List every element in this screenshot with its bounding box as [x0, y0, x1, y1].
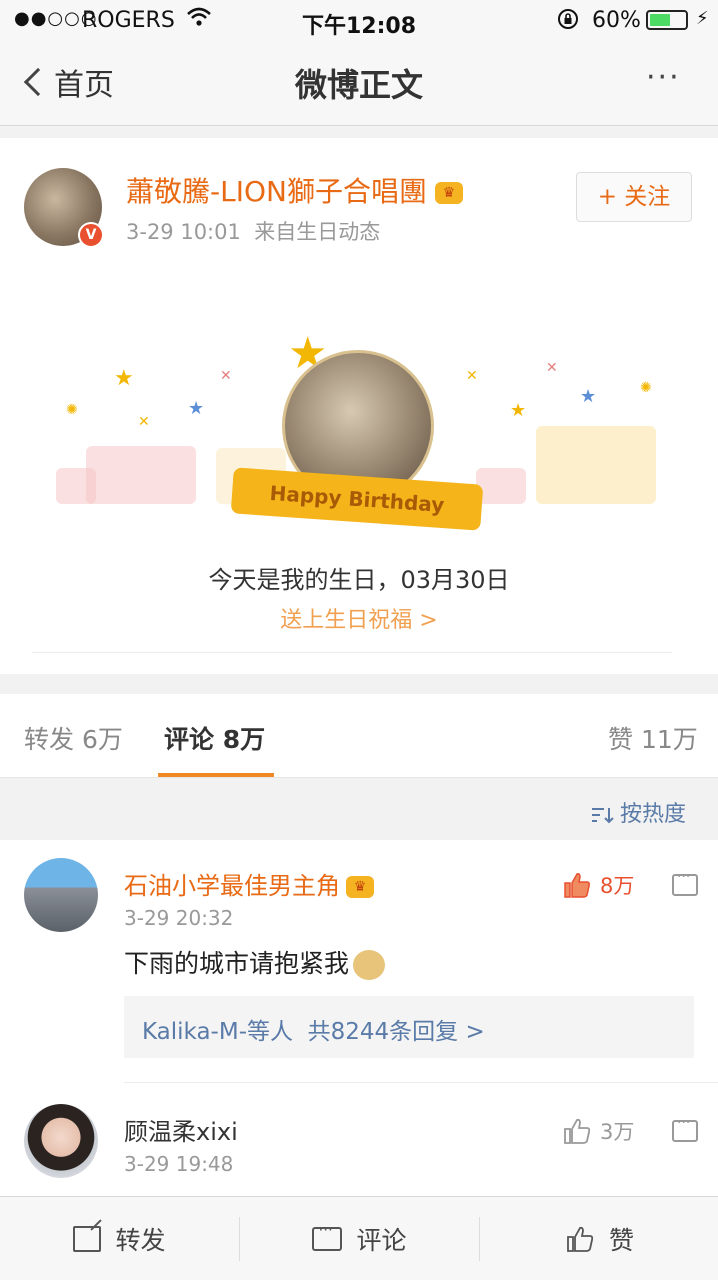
sort-label: 按热度 — [620, 802, 687, 827]
sparkle-icon: ✕ — [546, 360, 558, 376]
bottom-toolbar: 转发 评论 赞 — [0, 1196, 718, 1280]
comment-label: 评论 — [356, 1226, 407, 1255]
comment-replies-link[interactable]: Kalika-M-等人 共8244条回复 > — [124, 996, 694, 1058]
comment-icon — [312, 1221, 343, 1251]
more-options-button[interactable]: ··· — [646, 60, 681, 95]
commenter-name-text: 石油小学最佳男主角 — [124, 872, 340, 900]
birthday-text: 今天是我的生日，03月30日 — [208, 566, 510, 594]
share-icon — [73, 1226, 102, 1252]
interaction-tabs: 转发 6万 评论 8万 赞 11万 — [0, 694, 718, 778]
like-label: 赞 — [608, 1226, 634, 1255]
birthday-banner[interactable]: ★ ★ ★ ★ ★ ✕ ✕ ✕ ✕ ✺ ✺ Happy Birthday — [56, 328, 662, 538]
sparkle-icon: ✕ — [220, 368, 232, 384]
crown-badge-icon: ♛ — [346, 876, 374, 898]
repost-label: 转发 — [115, 1226, 166, 1255]
tab-reposts[interactable]: 转发 6万 — [24, 720, 123, 756]
tab-count: 11万 — [640, 725, 698, 754]
author-name[interactable]: 蕭敬騰-LION獅子合唱團 ♛ — [126, 170, 463, 210]
gift-box-decoration — [86, 446, 196, 504]
post-time: 3-29 10:01 — [126, 220, 241, 244]
sparkle-icon: ✕ — [138, 414, 150, 430]
comment-like-count: 3万 — [600, 1120, 635, 1144]
comment-text-content: 下雨的城市请抱紧我 — [124, 949, 350, 978]
comment-list: 石油小学最佳男主角 ♛ 3-29 20:32 8万 下雨的城市请抱紧我 Kalik… — [0, 840, 718, 1196]
star-icon: ★ — [188, 398, 205, 419]
commenter-name[interactable]: 顾温柔xixi — [124, 1112, 238, 1147]
tab-label: 转发 — [24, 725, 75, 754]
happy-birthday-ribbon: Happy Birthday — [230, 467, 484, 531]
thumbs-up-icon — [564, 873, 590, 898]
commenter-avatar[interactable] — [24, 1104, 98, 1178]
tab-count: 6万 — [81, 725, 123, 754]
follow-button[interactable]: + 关注 — [576, 172, 692, 222]
post-meta: 3-29 10:01 来自生日动态 — [126, 216, 380, 246]
tab-comments[interactable]: 评论 8万 — [164, 720, 265, 756]
sort-by-hot-button[interactable]: 按热度 — [590, 796, 686, 828]
commenter-avatar[interactable] — [24, 858, 98, 932]
sort-bar: 按热度 — [0, 778, 718, 840]
star-icon: ★ — [510, 400, 527, 421]
commenter-name[interactable]: 石油小学最佳男主角 ♛ — [124, 866, 374, 901]
verified-badge-icon: V — [78, 222, 104, 248]
divider — [32, 652, 672, 653]
doge-emoji-icon — [353, 950, 386, 980]
gift-box-decoration — [476, 468, 526, 504]
gift-box-decoration — [536, 426, 656, 504]
comment-time: 3-29 19:48 — [124, 1152, 234, 1176]
gift-box-decoration — [56, 468, 96, 504]
author-name-text: 蕭敬騰-LION獅子合唱團 — [126, 175, 427, 208]
divider — [124, 1082, 718, 1083]
charging-icon: ⚡ — [696, 8, 709, 29]
crown-badge-icon: ♛ — [434, 182, 463, 204]
sort-icon — [592, 808, 614, 824]
tab-label: 评论 — [164, 725, 215, 754]
thumbs-up-icon — [567, 1226, 594, 1252]
battery-icon — [646, 10, 688, 30]
sparkle-icon: ✺ — [66, 402, 78, 418]
reply-icon[interactable] — [672, 1115, 698, 1142]
like-button[interactable]: 赞 — [480, 1197, 718, 1280]
battery-percent: 60% — [592, 8, 641, 33]
replies-count: 共8244条回复 > — [307, 1019, 485, 1045]
replies-users: Kalika-M-等人 — [142, 1019, 294, 1045]
star-icon: ★ — [114, 366, 134, 391]
comment-like-button[interactable]: 3万 — [562, 1116, 634, 1146]
comment-like-button[interactable]: 8万 — [562, 870, 634, 900]
active-tab-indicator — [158, 773, 274, 777]
repost-button[interactable]: 转发 — [0, 1197, 239, 1280]
battery-fill — [650, 14, 671, 26]
comment-like-count: 8万 — [600, 874, 635, 898]
sparkle-icon: ✺ — [640, 380, 652, 396]
comment-time: 3-29 20:32 — [124, 906, 234, 930]
thumbs-up-icon — [564, 1118, 591, 1144]
page-title: 微博正文 — [294, 66, 423, 104]
status-bar: ●●○○○ ROGERS 下午12:08 60% ⚡ — [0, 0, 718, 40]
tab-likes[interactable]: 赞 11万 — [608, 720, 698, 756]
post-card: V 蕭敬騰-LION獅子合唱團 ♛ 3-29 10:01 来自生日动态 + 关注 … — [0, 138, 718, 674]
reply-icon[interactable] — [672, 869, 698, 896]
rotation-lock-icon — [556, 7, 580, 37]
tab-label: 赞 — [608, 725, 634, 754]
star-icon: ★ — [580, 386, 597, 407]
comment-button[interactable]: 评论 — [240, 1197, 479, 1280]
tab-count: 8万 — [222, 725, 266, 754]
send-birthday-wish-link[interactable]: 送上生日祝福 > — [0, 602, 718, 634]
post-source: 来自生日动态 — [254, 220, 381, 244]
sparkle-icon: ✕ — [466, 368, 478, 384]
comment-text: 下雨的城市请抱紧我 — [124, 944, 386, 980]
nav-bar: 首页 微博正文 ··· — [0, 40, 718, 126]
